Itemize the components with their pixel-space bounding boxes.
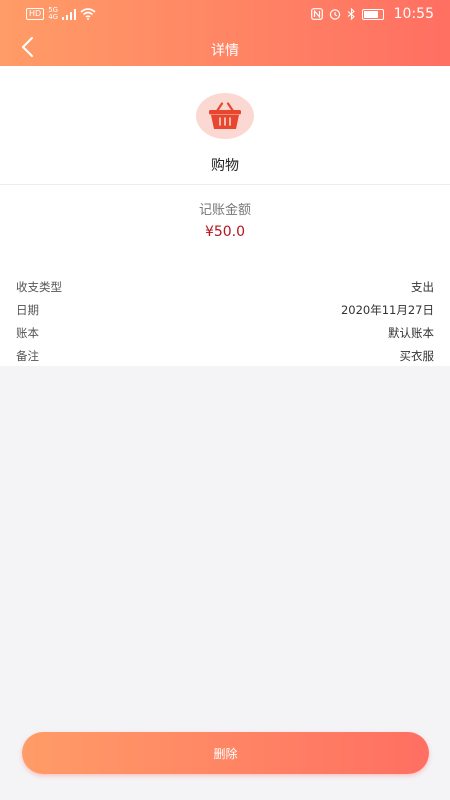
delete-button-label: 删除	[213, 746, 238, 761]
network-type-bottom: 4G	[48, 13, 59, 21]
clock: 10:55	[393, 6, 434, 22]
amount-value: ¥50.0	[204, 224, 246, 240]
detail-label: 备注	[16, 349, 39, 363]
bluetooth-icon	[347, 8, 355, 20]
status-right: 10:55	[310, 6, 434, 22]
nfc-icon	[310, 8, 323, 20]
detail-row-note: 备注 买衣服	[16, 345, 434, 367]
amount-label: 记账金额	[198, 203, 251, 218]
detail-label: 日期	[16, 303, 39, 317]
status-left: HD 5G 4G	[26, 7, 96, 21]
battery-level	[363, 10, 378, 18]
detail-card: 购物 记账金额 ¥50.0 收支类型 支出 日期 2020年11月27日 账本 …	[0, 66, 450, 366]
wifi-icon	[80, 8, 96, 20]
nav-bar: 详情	[0, 28, 450, 66]
detail-row-date: 日期 2020年11月27日	[16, 299, 434, 321]
detail-value: 默认账本	[388, 326, 434, 340]
category-icon-badge	[196, 93, 254, 139]
delete-button[interactable]: 删除	[22, 732, 429, 774]
detail-row-type: 收支类型 支出	[16, 276, 434, 298]
shopping-basket-icon	[209, 102, 241, 129]
detail-label: 收支类型	[16, 280, 62, 294]
detail-value: 支出	[411, 280, 434, 294]
status-bar: HD 5G 4G 10:55	[0, 0, 450, 28]
battery-icon	[361, 8, 384, 20]
divider	[0, 184, 450, 185]
detail-label: 账本	[16, 326, 39, 340]
detail-value: 2020年11月27日	[340, 303, 434, 317]
detail-value: 买衣服	[399, 349, 435, 363]
category-name: 购物	[211, 158, 239, 174]
page-title: 详情	[211, 43, 239, 59]
network-type: 5G 4G	[48, 7, 58, 21]
signal-icon	[62, 8, 77, 20]
hd-badge: HD	[26, 8, 45, 20]
header: HD 5G 4G 10:55 详情	[0, 0, 450, 66]
detail-row-book: 账本 默认账本	[16, 322, 434, 344]
alarm-icon	[329, 9, 340, 20]
